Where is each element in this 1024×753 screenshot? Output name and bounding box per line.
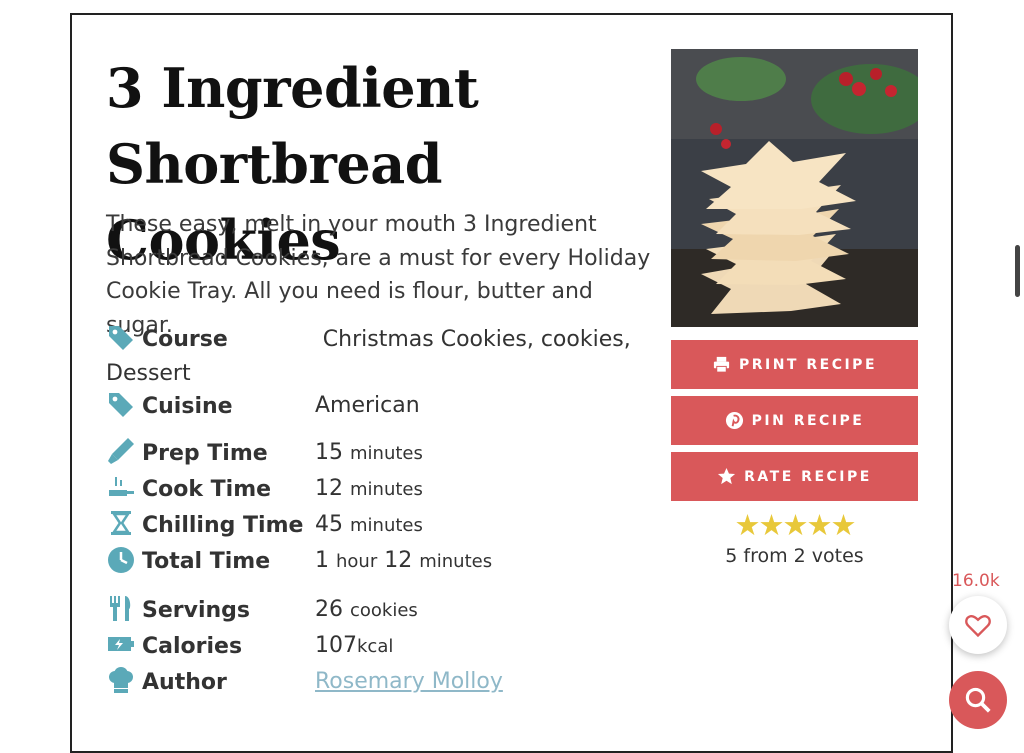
meta-value-prep-time: 15 minutes [315,436,423,471]
servings-number: 26 [315,597,343,622]
calories-number: 107 [315,633,357,658]
meta-value-cuisine: American [315,393,420,418]
meta-row-course: Course Christmas Cookies, cookies, Desser… [106,322,666,391]
author-link[interactable]: Rosemary Molloy [315,669,503,694]
pan-icon [106,472,136,502]
meta-label-cuisine: Cuisine [142,394,233,419]
prep-time-number: 15 [315,440,343,465]
star-icon [718,467,736,485]
tag-icon [106,322,136,352]
meta-row-calories: Calories 107kcal [106,629,666,664]
tag-icon [106,389,136,419]
prep-time-unit: minutes [350,443,423,464]
meta-label-chilling-time: Chilling Time [142,513,304,538]
meta-row-cook-time: Cook Time 12 minutes [106,472,666,507]
print-recipe-label: PRINT RECIPE [738,356,878,373]
chilling-time-number: 45 [315,512,343,537]
favorite-button[interactable] [949,596,1007,654]
calories-unit: kcal [357,636,394,657]
battery-icon [106,629,136,659]
rate-recipe-button[interactable]: RATE RECIPE [671,452,918,501]
chef-hat-icon [106,665,136,695]
knife-icon [106,436,136,466]
meta-row-prep-time: Prep Time 15 minutes [106,436,666,471]
meta-label-calories: Calories [142,634,243,659]
search-button[interactable] [949,671,1007,729]
meta-row-chilling-time: Chilling Time 45 minutes [106,508,666,543]
total-time-hour-unit: hour [336,551,378,572]
meta-value-cook-time: 12 minutes [315,472,423,507]
chilling-time-unit: minutes [350,515,423,536]
utensils-icon [106,593,136,623]
total-time-minute-unit: minutes [419,551,493,572]
servings-unit: cookies [350,600,418,621]
recipe-photo [671,49,918,327]
heart-icon [965,614,991,638]
search-icon [965,687,991,713]
meta-row-cuisine: Cuisine American [106,389,666,424]
print-recipe-button[interactable]: PRINT RECIPE [671,340,918,389]
hourglass-icon [106,508,136,538]
rating-summary: 5 from 2 votes [725,545,864,567]
clock-icon [106,544,136,574]
rate-recipe-label: RATE RECIPE [744,468,872,485]
meta-label-course: Course [142,327,228,352]
cook-time-number: 12 [315,476,343,501]
pin-recipe-button[interactable]: PIN RECIPE [671,396,918,445]
meta-label-servings: Servings [142,598,251,623]
favorite-count: 16.0k [952,571,1000,591]
meta-row-author: Author Rosemary Molloy [106,665,666,700]
meta-value-total-time: 1 hour 12 minutes [315,544,492,579]
meta-value-calories: 107kcal [315,629,393,664]
meta-label-total-time: Total Time [142,549,271,574]
meta-value-servings: 26 cookies [315,593,418,628]
rating-stars[interactable]: ★★★★★ [671,510,918,540]
pin-recipe-label: PIN RECIPE [751,412,865,429]
meta-value-chilling-time: 45 minutes [315,508,423,543]
meta-row-total-time: Total Time 1 hour 12 minutes [106,544,666,579]
meta-label-prep-time: Prep Time [142,441,268,466]
scrollbar[interactable] [1015,245,1020,297]
meta-label-author: Author [142,670,227,695]
printer-icon [713,356,730,373]
meta-label-cook-time: Cook Time [142,477,272,502]
meta-row-servings: Servings 26 cookies [106,593,666,628]
total-time-hours: 1 [315,548,329,573]
cook-time-unit: minutes [350,479,423,500]
total-time-minutes: 12 [384,548,413,573]
pinterest-icon [725,411,743,430]
